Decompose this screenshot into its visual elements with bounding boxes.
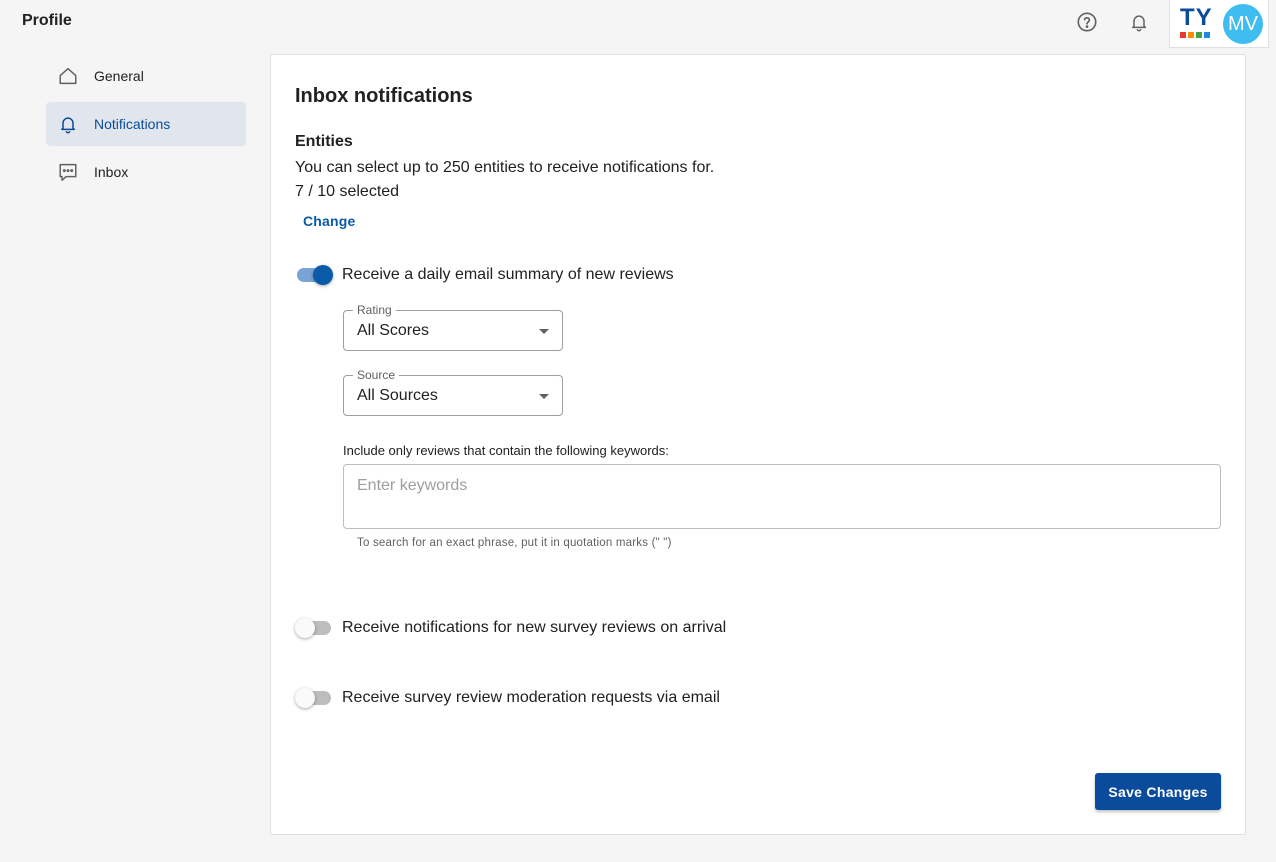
keywords-help-text: To search for an exact phrase, put it in… [357, 537, 672, 549]
avatar[interactable]: MV [1223, 4, 1263, 44]
source-select[interactable]: Source All Sources [343, 368, 563, 416]
sidebar-item-notifications[interactable]: Notifications [46, 102, 246, 146]
source-select-value: All Sources [357, 387, 438, 404]
caret-down-icon [539, 394, 549, 399]
survey-arrival-toggle[interactable] [295, 616, 333, 640]
settings-card: Inbox notifications Entities You can sel… [270, 54, 1246, 835]
trustyou-logo: TY [1180, 5, 1214, 39]
page-title: Profile [22, 12, 72, 29]
logo-text: TY [1180, 4, 1213, 31]
sidebar: General Notifications Inbox [46, 54, 246, 198]
logo-color-bars [1180, 32, 1214, 38]
daily-summary-label: Receive a daily email summary of new rev… [342, 266, 674, 283]
keywords-input[interactable] [343, 464, 1221, 529]
bell-icon[interactable] [1127, 10, 1151, 34]
source-select-legend: Source [353, 368, 400, 382]
brand-account-box[interactable]: TY MV [1169, 0, 1269, 48]
sidebar-item-label: Inbox [94, 164, 129, 180]
entities-selected-count: 7 / 10 selected [295, 183, 400, 200]
section-title: Inbox notifications [295, 85, 473, 107]
help-icon[interactable] [1075, 10, 1099, 34]
keywords-label: Include only reviews that contain the fo… [343, 443, 669, 458]
survey-moderation-row: Receive survey review moderation request… [295, 686, 720, 710]
save-changes-button[interactable]: Save Changes [1095, 773, 1221, 810]
daily-summary-toggle[interactable] [295, 263, 333, 287]
sidebar-item-inbox[interactable]: Inbox [46, 150, 246, 194]
rating-select-legend: Rating [353, 303, 396, 317]
rating-select[interactable]: Rating All Scores [343, 303, 563, 351]
rating-select-value: All Scores [357, 322, 430, 339]
caret-down-icon [539, 329, 549, 334]
survey-arrival-row: Receive notifications for new survey rev… [295, 616, 726, 640]
sidebar-item-label: General [94, 68, 144, 84]
sidebar-item-label: Notifications [94, 116, 171, 132]
chat-bubble-icon [56, 160, 80, 184]
bell-icon [56, 112, 80, 136]
survey-moderation-label: Receive survey review moderation request… [342, 689, 720, 706]
entities-description: You can select up to 250 entities to rec… [295, 159, 715, 176]
sidebar-item-general[interactable]: General [46, 54, 246, 98]
daily-summary-row: Receive a daily email summary of new rev… [295, 263, 674, 287]
survey-moderation-toggle[interactable] [295, 686, 333, 710]
survey-arrival-label: Receive notifications for new survey rev… [342, 619, 727, 636]
change-entities-button[interactable]: Change [303, 213, 356, 229]
entities-heading: Entities [295, 133, 353, 150]
home-icon [56, 64, 80, 88]
